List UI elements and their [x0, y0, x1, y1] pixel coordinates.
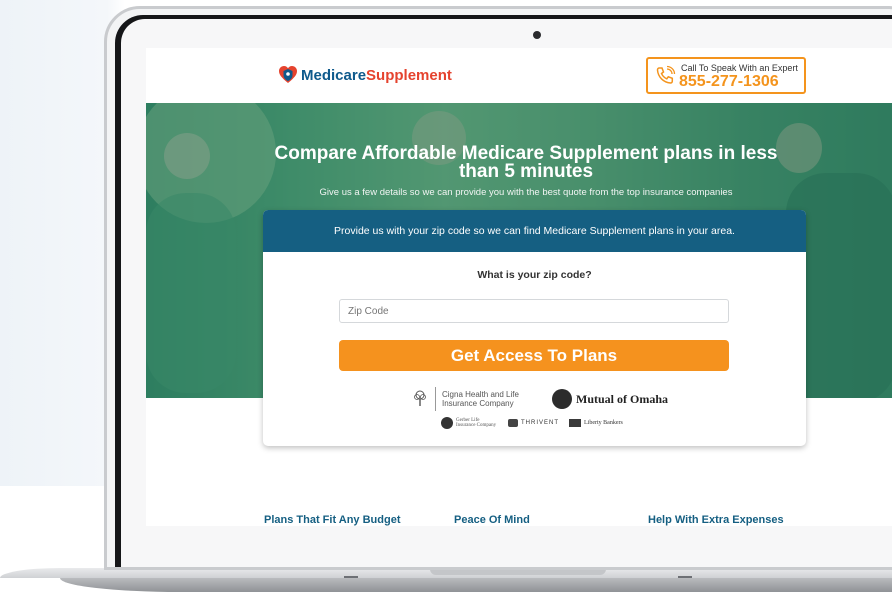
call-number: 855-277-1306	[679, 73, 779, 90]
thrivent-icon	[508, 419, 518, 427]
call-label: Call To Speak With an Expert	[681, 63, 798, 73]
zip-code-input[interactable]	[339, 299, 729, 323]
form-header: Provide us with your zip code so we can …	[263, 210, 806, 252]
heart-shield-icon	[279, 66, 297, 83]
partner-logos-row-1: Cigna Health and Life Insurance Company …	[413, 385, 668, 413]
mutual-of-omaha-icon	[552, 389, 572, 409]
feature-heading-budget: Plans That Fit Any Budget	[264, 514, 401, 526]
laptop-base-bottom	[60, 578, 892, 592]
gerber-baby-icon	[441, 417, 453, 429]
site-header: Medicare Supplement Call To Speak With an…	[146, 48, 892, 103]
hero-title: Compare Affordable Medicare Supplement p…	[274, 143, 778, 182]
phone-icon	[656, 65, 676, 84]
feature-heading-expenses: Help With Extra Expenses	[648, 514, 784, 526]
brand-name-part1: Medicare	[301, 66, 367, 84]
website-screen: Medicare Supplement Call To Speak With an…	[146, 48, 892, 526]
laptop-foot-right	[678, 576, 692, 578]
hero-subtitle: Give us a few details so we can provide …	[319, 187, 733, 198]
partner-thrivent: THRIVENT	[521, 420, 559, 426]
cigna-divider	[435, 387, 436, 411]
call-expert-button[interactable]: Call To Speak With an Expert 855-277-130…	[646, 57, 806, 94]
camera-icon	[533, 31, 541, 39]
zip-question: What is your zip code?	[477, 269, 592, 281]
feature-heading-peace: Peace Of Mind	[454, 514, 530, 526]
laptop-foot-left	[344, 576, 358, 578]
partner-logos-row-2: Gerber Life Insurance Company THRIVENT L…	[441, 416, 623, 430]
brand-logo[interactable]: Medicare Supplement	[278, 65, 452, 85]
cigna-tree-icon	[414, 390, 426, 406]
zip-form-card: Provide us with your zip code so we can …	[263, 210, 806, 446]
partner-liberty-bankers: Liberty Bankers	[584, 420, 623, 426]
get-access-button[interactable]: Get Access To Plans	[339, 340, 729, 371]
feature-headings: Plans That Fit Any Budget Peace Of Mind …	[146, 514, 892, 526]
brand-name-part2: Supplement	[366, 66, 452, 84]
partner-gerber: Gerber Life Insurance Company	[456, 418, 497, 428]
partner-mutual-of-omaha: Mutual of Omaha	[576, 391, 669, 406]
liberty-bankers-icon	[569, 419, 581, 427]
partner-cigna: Cigna Health and Life Insurance Company	[442, 390, 519, 408]
